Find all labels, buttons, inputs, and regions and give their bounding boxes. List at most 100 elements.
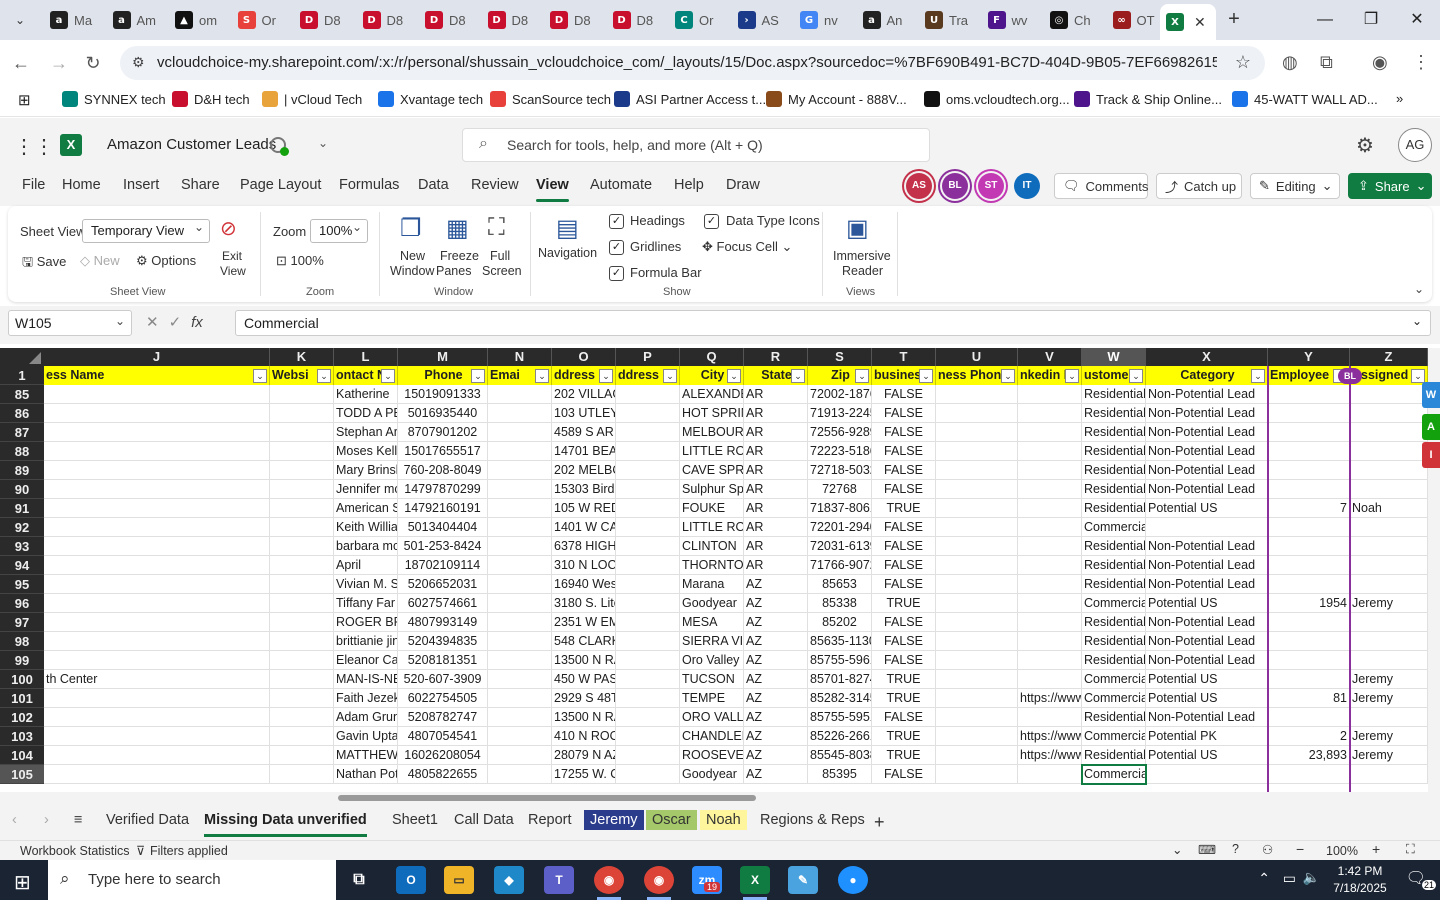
horizontal-scrollbar[interactable]	[0, 792, 1428, 804]
sheet-tab[interactable]: Sheet1	[386, 810, 444, 830]
column-header-w[interactable]: W	[1082, 348, 1146, 366]
workbook-statistics[interactable]: Workbook Statistics	[20, 844, 130, 858]
table-cell[interactable]	[44, 746, 270, 765]
row-header[interactable]: 91	[0, 499, 44, 518]
add-sheet-button[interactable]: +	[868, 810, 891, 835]
table-cell[interactable]	[488, 556, 552, 575]
table-cell[interactable]	[1018, 765, 1082, 784]
table-cell[interactable]: 520-607-3909	[398, 670, 488, 689]
table-cell[interactable]: 760-208-8049	[398, 461, 488, 480]
table-cell[interactable]	[1268, 461, 1350, 480]
table-cell[interactable]: 1401 W CAPITOL AVE	[552, 518, 616, 537]
row-header[interactable]: 92	[0, 518, 44, 537]
zoom-in-icon[interactable]: +	[1372, 841, 1380, 857]
table-cell[interactable]: ALEXANDE	[680, 385, 744, 404]
table-cell[interactable]: Non-Potential Lead	[1146, 708, 1268, 727]
clock-date[interactable]: 7/18/2025	[1328, 881, 1392, 895]
menu-tab-share[interactable]: Share	[181, 177, 220, 193]
document-title[interactable]: Amazon Customer Leads	[107, 136, 276, 153]
table-cell[interactable]	[1350, 708, 1428, 727]
table-cell[interactable]	[44, 537, 270, 556]
table-cell[interactable]	[44, 404, 270, 423]
column-header-t[interactable]: T	[872, 348, 936, 366]
browser-tab[interactable]: ▲ om	[169, 4, 228, 36]
table-cell[interactable]: Non-Potential Lead	[1146, 613, 1268, 632]
select-all-corner[interactable]	[0, 348, 44, 366]
sheet-tab[interactable]: Call Data	[448, 810, 520, 830]
table-cell[interactable]	[936, 594, 1018, 613]
table-cell[interactable]: Residential	[1082, 423, 1146, 442]
freeze-panes-label-1[interactable]: Freeze	[440, 249, 479, 263]
bookmark-item[interactable]: oms.vcloudtech.org...	[924, 91, 1070, 107]
table-cell[interactable]	[270, 670, 334, 689]
table-cell[interactable]	[44, 708, 270, 727]
filter-dropdown-icon[interactable]: ⌄	[1065, 369, 1079, 383]
table-cell[interactable]	[488, 461, 552, 480]
table-cell[interactable]	[936, 632, 1018, 651]
row-header[interactable]: 102	[0, 708, 44, 727]
row-header[interactable]: 1	[0, 366, 44, 385]
new-window-label-2[interactable]: Window	[390, 264, 434, 278]
table-cell[interactable]: AR	[744, 423, 808, 442]
table-cell[interactable]	[616, 556, 680, 575]
table-cell[interactable]: Tiffany Far	[334, 594, 398, 613]
table-cell[interactable]	[1268, 765, 1350, 784]
table-cell[interactable]	[270, 385, 334, 404]
side-panel-chip[interactable]: W	[1422, 382, 1440, 408]
table-cell[interactable]: 310 N LOCUST ST	[552, 556, 616, 575]
browser-tab[interactable]: Gnv	[794, 4, 853, 36]
filter-dropdown-icon[interactable]: ⌄	[1411, 369, 1425, 383]
zoom-dropdown[interactable]: 100%	[310, 219, 368, 243]
table-cell[interactable]: brittianie jin	[334, 632, 398, 651]
table-cell[interactable]	[1146, 518, 1268, 537]
browser-tab[interactable]: D D8	[544, 4, 603, 36]
table-cell[interactable]: MELBOURI	[680, 423, 744, 442]
table-cell[interactable]: AR	[744, 385, 808, 404]
table-cell[interactable]: 5013404404	[398, 518, 488, 537]
table-cell[interactable]	[1350, 765, 1428, 784]
table-cell[interactable]	[616, 765, 680, 784]
table-cell[interactable]	[616, 537, 680, 556]
table-cell[interactable]	[936, 746, 1018, 765]
table-cell[interactable]: LITTLE RO	[680, 442, 744, 461]
table-cell[interactable]	[1350, 556, 1428, 575]
table-cell[interactable]	[936, 708, 1018, 727]
table-cell[interactable]: 548 CLARK DR	[552, 632, 616, 651]
table-cell[interactable]: 202 VILLAGE BEND DR	[552, 385, 616, 404]
excel-taskbar-icon[interactable]: X	[740, 866, 770, 894]
table-cell[interactable]: Residential	[1082, 499, 1146, 518]
row-header[interactable]: 85	[0, 385, 44, 404]
exit-view-label-2[interactable]: View	[220, 264, 246, 278]
table-cell[interactable]	[44, 518, 270, 537]
table-cell[interactable]: AZ	[744, 594, 808, 613]
table-cell[interactable]	[270, 423, 334, 442]
table-cell[interactable]: Non-Potential Lead	[1146, 442, 1268, 461]
table-cell[interactable]	[616, 575, 680, 594]
table-cell[interactable]	[936, 385, 1018, 404]
expand-formula-icon[interactable]: ⌄	[1412, 314, 1422, 328]
table-cell[interactable]: AR	[744, 518, 808, 537]
table-cell[interactable]	[1350, 480, 1428, 499]
table-cell[interactable]	[270, 442, 334, 461]
table-cell[interactable]: https://www	[1018, 746, 1082, 765]
table-cell[interactable]: AZ	[744, 689, 808, 708]
table-cell[interactable]: 5208181351	[398, 651, 488, 670]
table-cell[interactable]	[1018, 670, 1082, 689]
table-cell[interactable]: 28079 N AZ HIGHWAY	[552, 746, 616, 765]
table-cell[interactable]: AZ	[744, 613, 808, 632]
table-cell[interactable]: Potential US	[1146, 689, 1268, 708]
table-cell[interactable]: 13500 N RANCHO VIS	[552, 708, 616, 727]
table-cell[interactable]: Potential US	[1146, 670, 1268, 689]
table-cell[interactable]: TRUE	[872, 727, 936, 746]
table-cell[interactable]: AR	[744, 556, 808, 575]
next-sheet-icon[interactable]: ›	[38, 810, 55, 830]
menu-tab-draw[interactable]: Draw	[726, 177, 760, 193]
focus-cell-button[interactable]: ✥ Focus Cell ⌄	[702, 239, 792, 255]
table-cell[interactable]: 71766-9072	[808, 556, 872, 575]
table-cell[interactable]: 85545-8038	[808, 746, 872, 765]
bookmark-item[interactable]: My Account - 888V...	[766, 91, 907, 107]
table-cell[interactable]: Stephan Ar	[334, 423, 398, 442]
table-cell[interactable]: TRUE	[872, 499, 936, 518]
ribbon-collapse-icon[interactable]: ⌄	[1414, 282, 1424, 296]
save-view-button[interactable]: 🖫 Save	[22, 253, 66, 275]
